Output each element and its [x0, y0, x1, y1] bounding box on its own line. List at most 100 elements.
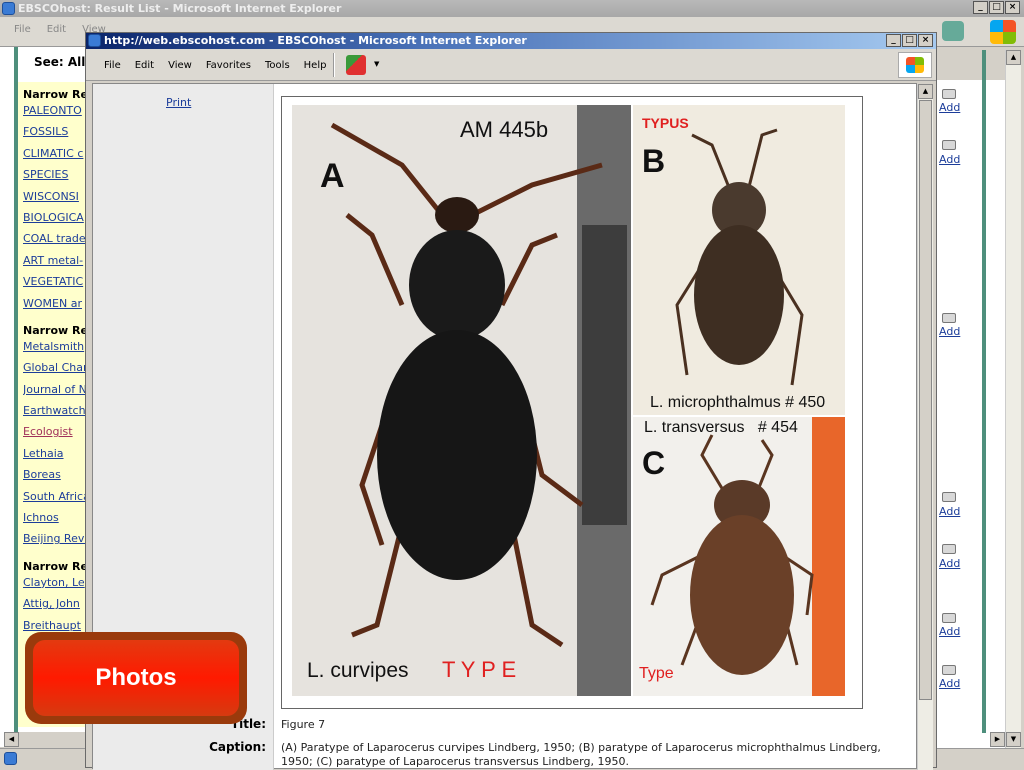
front-window-controls[interactable]: _ □ ×: [886, 34, 933, 47]
scroll-left-icon[interactable]: ◀: [4, 732, 19, 747]
narrow-link[interactable]: COAL trade: [23, 232, 87, 253]
divider: [982, 50, 986, 733]
add-to-folder-link[interactable]: Add: [939, 101, 960, 114]
menu-file[interactable]: File: [14, 24, 31, 35]
narrow-link[interactable]: Ichnos: [23, 511, 87, 532]
ie-icon: [88, 34, 101, 47]
narrow-link[interactable]: Beijing Revi: [23, 532, 87, 553]
menu-file[interactable]: File: [104, 60, 121, 71]
narrow-link[interactable]: Clayton, Le: [23, 576, 87, 597]
menu-edit[interactable]: Edit: [135, 60, 154, 71]
narrow-link[interactable]: WISCONSI: [23, 190, 87, 211]
add-to-folder-link[interactable]: Add: [939, 153, 960, 166]
narrow-link[interactable]: Boreas: [23, 468, 87, 489]
beetle-a-thorax: [409, 230, 505, 340]
scroll-up-icon[interactable]: ▲: [918, 84, 933, 99]
narrow-results-panel: Narrow Re PALEONTO FOSSILS CLIMATIC c SP…: [18, 82, 88, 727]
minimize-icon[interactable]: _: [973, 1, 988, 14]
front-vertical-scrollbar[interactable]: ▲: [917, 84, 933, 770]
panel-c-type: Type: [639, 665, 674, 682]
windows-logo-icon: [990, 20, 1016, 44]
background-window-controls[interactable]: _ □ ×: [973, 1, 1020, 14]
pdf-convert-icon[interactable]: [346, 55, 366, 75]
beetle-a-elytra: [377, 330, 537, 580]
minimize-icon[interactable]: _: [886, 34, 901, 47]
panel-c-letter: C: [642, 445, 666, 481]
panel-c-name: L. transversus # 454: [644, 419, 798, 436]
narrow-link[interactable]: Journal of N: [23, 383, 87, 404]
narrow-link[interactable]: CLIMATIC c: [23, 147, 87, 168]
panel-a-letter: A: [320, 157, 345, 195]
pdf-toolbar-icon[interactable]: [942, 21, 964, 41]
narrow-link[interactable]: BIOLOGICA: [23, 211, 87, 232]
menu-help[interactable]: Help: [304, 60, 327, 71]
narrow-link[interactable]: PALEONTO: [23, 104, 87, 125]
add-to-folder-link[interactable]: Add: [939, 677, 960, 690]
folder-icon: [942, 544, 956, 554]
folder-icon: [942, 89, 956, 99]
menu-view[interactable]: View: [168, 60, 192, 71]
page-icon: [4, 752, 17, 765]
narrow-heading: Narrow Re: [23, 88, 87, 101]
narrow-link[interactable]: Metalsmith: [23, 340, 87, 361]
narrow-link[interactable]: WOMEN ar: [23, 297, 87, 318]
narrow-link[interactable]: SPECIES: [23, 168, 87, 189]
beetle-b-elytra: [694, 225, 784, 365]
panel-b-tag: TYPUS: [642, 115, 689, 131]
narrow-link[interactable]: Global Char: [23, 361, 87, 382]
menu-favorites[interactable]: Favorites: [206, 60, 251, 71]
title-value: Figure 7: [281, 718, 326, 731]
toolbar-separator: [333, 53, 335, 77]
caption-value: (A) Paratype of Laparocerus curvipes Lin…: [281, 741, 881, 768]
print-link[interactable]: Print: [166, 96, 191, 109]
add-to-folder-link[interactable]: Add: [939, 505, 960, 518]
see-all-label: See: All F: [34, 55, 86, 69]
narrow-link[interactable]: Earthwatch: [23, 404, 87, 425]
narrow-link[interactable]: Ecologist: [23, 425, 87, 446]
dropdown-arrow-icon[interactable]: ▼: [374, 60, 379, 68]
narrow-link[interactable]: South Africa: [23, 490, 87, 511]
folder-icon: [942, 613, 956, 623]
beetle-a-head: [435, 197, 479, 233]
panel-a-name: L. curvipes: [307, 659, 409, 682]
narrow-link[interactable]: VEGETATIC: [23, 275, 87, 296]
background-vertical-scrollbar[interactable]: ▲ ▼: [1005, 50, 1021, 748]
menu-tools[interactable]: Tools: [265, 60, 290, 71]
folder-icon: [942, 313, 956, 323]
scroll-down-icon[interactable]: ▼: [1006, 732, 1021, 747]
close-icon[interactable]: ×: [918, 34, 933, 47]
narrow-link[interactable]: Lethaia: [23, 447, 87, 468]
folder-icon: [942, 140, 956, 150]
folder-icon: [942, 665, 956, 675]
add-to-folder-link[interactable]: Add: [939, 625, 960, 638]
ie-icon: [2, 2, 15, 15]
background-window-titlebar: EBSCOhost: Result List - Microsoft Inter…: [0, 0, 1024, 17]
folder-icon: [942, 492, 956, 502]
maximize-icon[interactable]: □: [989, 1, 1004, 14]
panel-a-specimen: AM 445b: [460, 117, 549, 142]
add-to-folder-link[interactable]: Add: [939, 557, 960, 570]
background-window-title: EBSCOhost: Result List - Microsoft Inter…: [18, 2, 342, 15]
scroll-right-icon[interactable]: ▶: [990, 732, 1005, 747]
scrollbar-thumb[interactable]: [919, 100, 932, 700]
front-window-titlebar: http://web.ebscohost.com - EBSCOhost - M…: [86, 33, 936, 49]
narrow-link[interactable]: Attig, John: [23, 597, 87, 618]
narrow-link[interactable]: ART metal-: [23, 254, 87, 275]
result-list-right: [936, 80, 1006, 748]
menu-edit[interactable]: Edit: [47, 24, 66, 35]
front-menubar: File Edit View Favorites Tools Help ▼: [86, 49, 936, 81]
windows-logo-box: [898, 52, 932, 78]
narrow-heading: Narrow Re: [23, 323, 87, 337]
photos-label: Photos: [33, 640, 239, 716]
scroll-up-icon[interactable]: ▲: [1006, 50, 1021, 65]
narrow-heading: Narrow Re: [23, 559, 87, 573]
close-icon[interactable]: ×: [1005, 1, 1020, 14]
figure-frame: A AM 445b L. curvipes T Y P E TYPUS B L.…: [281, 96, 863, 709]
caption-label: Caption:: [209, 740, 266, 754]
narrow-link[interactable]: FOSSILS: [23, 125, 87, 146]
add-to-folder-link[interactable]: Add: [939, 325, 960, 338]
horizontal-scrollbar[interactable]: ◀: [4, 732, 88, 748]
maximize-icon[interactable]: □: [902, 34, 917, 47]
panel-b-name: L. microphthalmus # 450: [650, 394, 826, 411]
photos-button[interactable]: Photos: [25, 632, 247, 724]
